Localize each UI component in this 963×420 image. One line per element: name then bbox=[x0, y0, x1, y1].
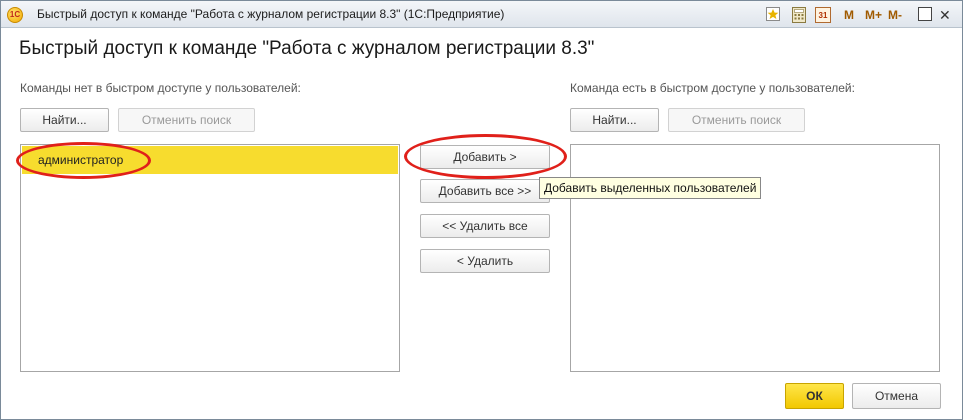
add-all-button[interactable]: Добавить все >> bbox=[420, 179, 550, 203]
list-item[interactable]: администратор bbox=[22, 146, 398, 174]
memory-plus-button[interactable]: M+ bbox=[865, 7, 882, 23]
dialog-window: 1С Быстрый доступ к команде "Работа с жу… bbox=[0, 0, 963, 420]
left-users-list[interactable]: администратор bbox=[20, 144, 400, 372]
memory-minus-button[interactable]: M- bbox=[888, 7, 902, 23]
favorites-icon[interactable] bbox=[766, 7, 780, 23]
left-cancel-search-button[interactable]: Отменить поиск bbox=[118, 108, 255, 132]
maximize-icon[interactable] bbox=[918, 7, 932, 23]
left-panel-label: Команды нет в быстром доступе у пользова… bbox=[20, 81, 301, 95]
1c-logo-icon: 1С bbox=[7, 7, 23, 23]
remove-all-button[interactable]: << Удалить все bbox=[420, 214, 550, 238]
add-button[interactable]: Добавить > bbox=[420, 145, 550, 169]
close-icon[interactable]: ✕ bbox=[939, 7, 951, 23]
add-button-tooltip: Добавить выделенных пользователей bbox=[539, 177, 762, 199]
left-find-button[interactable]: Найти... bbox=[20, 108, 109, 132]
memory-button[interactable]: M bbox=[844, 7, 854, 23]
right-find-button[interactable]: Найти... bbox=[570, 108, 659, 132]
ok-button[interactable]: ОК bbox=[785, 383, 844, 409]
window-title: Быстрый доступ к команде "Работа с журна… bbox=[37, 7, 505, 21]
right-cancel-search-button[interactable]: Отменить поиск bbox=[668, 108, 805, 132]
calendar-icon[interactable]: 31 bbox=[815, 7, 831, 23]
title-bar: 1С Быстрый доступ к команде "Работа с жу… bbox=[1, 1, 962, 28]
calculator-icon[interactable] bbox=[792, 7, 806, 23]
remove-button[interactable]: < Удалить bbox=[420, 249, 550, 273]
cancel-button[interactable]: Отмена bbox=[852, 383, 941, 409]
right-panel-label: Команда есть в быстром доступе у пользов… bbox=[570, 81, 855, 95]
page-title: Быстрый доступ к команде "Работа с журна… bbox=[19, 38, 595, 59]
